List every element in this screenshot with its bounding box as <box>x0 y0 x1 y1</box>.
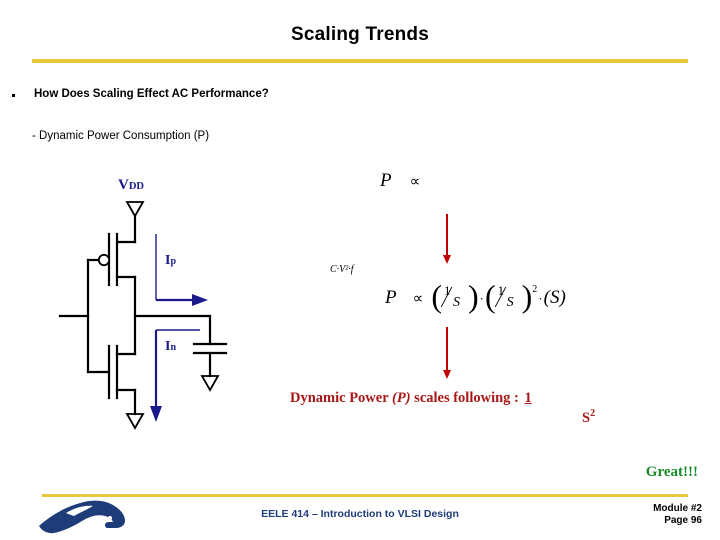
eq1-relation: ∝ <box>409 174 421 190</box>
red-arrow-shaft <box>446 214 448 255</box>
eq2-paren-open-1: ( <box>431 278 442 314</box>
conclusion-text: Dynamic Power (P) scales following : 1 <box>290 390 532 407</box>
red-arrow-shaft <box>446 327 448 370</box>
bullet-main-row: How Does Scaling Effect AC Performance? <box>10 88 530 104</box>
conclusion-prefix: Dynamic Power <box>290 390 393 406</box>
bullet-main-label: How Does Scaling Effect AC Performance? <box>34 88 269 100</box>
eq2-annotation: C·V²·f <box>330 264 354 275</box>
title-divider-rule <box>32 59 688 63</box>
conclusion-variable: (P) <box>392 390 411 406</box>
pmos-bubble-icon <box>97 253 111 267</box>
equation-power-proportional-1: P ∝ <box>380 170 420 192</box>
slide-canvas: Scaling Trends How Does Scaling Effect A… <box>0 0 720 540</box>
inverter-schematic-svg <box>58 201 228 430</box>
eq2-fraction-2: 1S <box>494 283 528 312</box>
footer-page-label: Page 96 <box>664 515 702 526</box>
vdd-label: VDD <box>118 177 145 193</box>
bullet-marker-icon <box>12 94 15 97</box>
eq2-paren-close-1: ) <box>467 278 479 314</box>
praise-text: Great!!! <box>645 464 698 480</box>
footer-divider-rule <box>42 494 688 497</box>
ip-label: Ip <box>165 253 177 268</box>
red-arrow-head-icon <box>443 370 451 379</box>
cmos-inverter-diagram: VDD Ip In <box>52 172 292 434</box>
eq2-relation: ∝ <box>412 291 424 307</box>
conclusion-suffix: scales following : <box>410 390 523 406</box>
footer-module-label: Module #2 <box>653 503 702 514</box>
eq2-paren-close-2: ) <box>521 278 533 314</box>
eq2-fraction-1: 1S <box>440 283 475 312</box>
red-arrow-down-2 <box>443 327 453 379</box>
ip-current-arrow <box>155 234 208 306</box>
conclusion-denominator: S2 <box>582 408 596 426</box>
eq2-exponent-2: 2 <box>532 284 538 295</box>
eq2-last-term: (S) <box>543 287 566 308</box>
eq2-symbol: P <box>385 287 397 308</box>
bullet-sub-label: - Dynamic Power Consumption (P) <box>32 130 210 142</box>
in-label: In <box>165 339 177 354</box>
conclusion-numerator: 1 <box>524 390 532 406</box>
footer-course-label: EELE 414 – Introduction to VLSI Design <box>261 508 459 520</box>
page-title: Scaling Trends <box>291 24 429 45</box>
eq2-body: P ∝(1 S)·(1 S)2·(S) <box>385 274 566 314</box>
red-arrow-head-icon <box>443 255 451 264</box>
footer-page-info: Module #2 Page 96 <box>653 503 702 527</box>
red-arrow-down-1 <box>443 214 453 264</box>
eq2-paren-open-2: ( <box>484 278 496 314</box>
eq1-symbol: P <box>380 170 392 191</box>
